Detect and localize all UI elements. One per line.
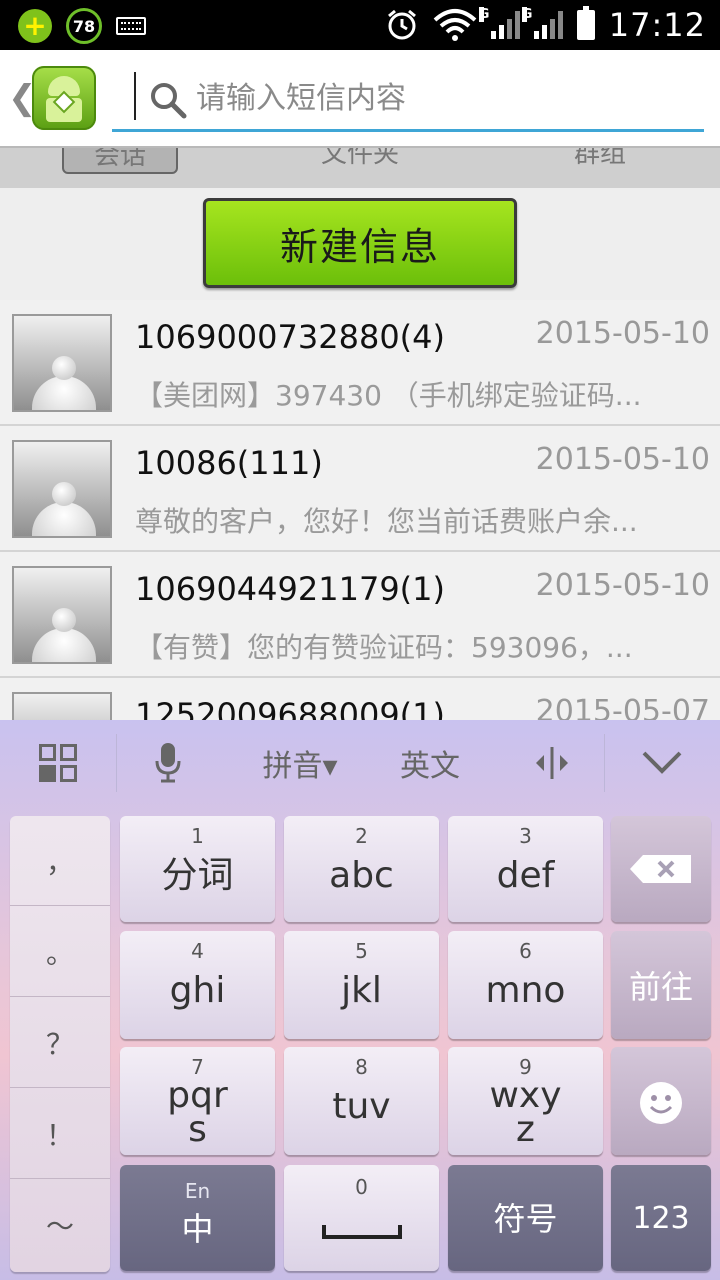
- battery-badge: 78: [66, 8, 102, 44]
- app-logo-icon[interactable]: [32, 66, 96, 130]
- conversation-row[interactable]: 10086(111) 2015-05-10 尊敬的客户，您好！您当前话费账户余.…: [0, 426, 720, 552]
- punct-key[interactable]: ！: [10, 1089, 110, 1179]
- conversation-row[interactable]: 1069000732880(4) 2015-05-10 【美团网】397430 …: [0, 300, 720, 426]
- cursor-move-icon: [536, 747, 568, 779]
- alarm-icon: [387, 9, 416, 40]
- punctuation-column: ， 。 ？ ！ ～: [10, 816, 110, 1272]
- emoji-button[interactable]: [611, 1047, 711, 1155]
- smiley-icon: [640, 1082, 682, 1124]
- tab-groups[interactable]: 群组: [540, 148, 660, 174]
- backspace-icon: [630, 855, 691, 883]
- message-preview: 尊敬的客户，您好！您当前话费账户余...: [135, 505, 638, 538]
- punct-key[interactable]: ，: [10, 816, 110, 906]
- goto-button[interactable]: 前往: [611, 931, 711, 1039]
- sender-number: 1252009688009(1): [135, 696, 445, 720]
- conversation-list: 1069000732880(4) 2015-05-10 【美团网】397430 …: [0, 300, 720, 720]
- punct-key[interactable]: ～: [10, 1180, 110, 1270]
- search-header: ❮: [0, 50, 720, 146]
- message-date: 2015-05-10: [535, 316, 710, 351]
- symbol-button[interactable]: 符号: [448, 1165, 603, 1271]
- hide-keyboard-button[interactable]: [604, 720, 720, 806]
- key-1[interactable]: 1 分词: [120, 816, 275, 922]
- avatar: [12, 566, 112, 664]
- space-icon: [322, 1225, 402, 1239]
- tab-folders[interactable]: 文件夹: [290, 148, 430, 174]
- search-icon: [151, 83, 187, 119]
- new-message-button[interactable]: 新建信息: [203, 198, 517, 288]
- search-input[interactable]: [196, 74, 696, 122]
- language-switch-button[interactable]: En 中: [120, 1165, 275, 1271]
- avatar: [12, 692, 112, 720]
- key-3[interactable]: 3 def: [448, 816, 603, 922]
- sender-number: 10086(111): [135, 444, 323, 482]
- key-4[interactable]: 4 ghi: [120, 931, 275, 1039]
- microphone-icon: [155, 743, 181, 783]
- message-date: 2015-05-10: [535, 442, 710, 477]
- punct-key[interactable]: ？: [10, 998, 110, 1088]
- key-2[interactable]: 2 abc: [284, 816, 439, 922]
- sender-number: 1069000732880(4): [135, 318, 445, 356]
- chevron-down-icon: [642, 751, 682, 774]
- grid-icon: [39, 744, 77, 782]
- message-date: 2015-05-10: [535, 568, 710, 603]
- keyboard-toolbar: 拼音▾ 英文: [0, 720, 720, 806]
- voice-input-button[interactable]: [116, 720, 220, 806]
- key-8[interactable]: 8 tuv: [284, 1047, 439, 1155]
- numbers-button[interactable]: 123: [611, 1165, 711, 1271]
- signal-icon-1: G: [478, 7, 520, 39]
- avatar: [12, 440, 112, 538]
- soft-keyboard: 拼音▾ 英文 ， 。 ？ ！ ～ 1 分词 2 abc 3 def 4 ghi …: [0, 720, 720, 1280]
- keyboard-icon: [116, 17, 146, 35]
- english-mode-button[interactable]: 英文: [370, 720, 490, 806]
- battery-icon: [576, 6, 595, 40]
- message-date: 2015-05-07: [535, 694, 710, 720]
- pinyin-mode-button[interactable]: 拼音▾: [240, 720, 360, 806]
- space-key[interactable]: 0: [284, 1165, 439, 1271]
- punct-key[interactable]: 。: [10, 907, 110, 997]
- message-preview: 【美团网】397430 （手机绑定验证码...: [135, 379, 642, 412]
- backspace-button[interactable]: [611, 816, 711, 922]
- conversation-row[interactable]: 1069044921179(1) 2015-05-10 【有赞】您的有赞验证码：…: [0, 552, 720, 678]
- keyboard-menu-button[interactable]: [0, 720, 116, 806]
- conversation-row[interactable]: 1252009688009(1) 2015-05-07: [0, 678, 720, 720]
- status-bar: + 78 G G 17:12: [0, 0, 720, 50]
- cursor-move-button[interactable]: [500, 720, 604, 806]
- clock: 17:12: [608, 6, 706, 44]
- wifi-icon: [433, 9, 477, 41]
- key-6[interactable]: 6 mno: [448, 931, 603, 1039]
- sender-number: 1069044921179(1): [135, 570, 445, 608]
- key-9[interactable]: 9 wxy z: [448, 1047, 603, 1155]
- text-cursor: [134, 72, 136, 120]
- tab-bar: 会话 文件夹 群组: [0, 146, 720, 188]
- message-preview: 【有赞】您的有赞验证码：593096，...: [135, 631, 633, 664]
- search-box[interactable]: [112, 70, 704, 132]
- key-5[interactable]: 5 jkl: [284, 931, 439, 1039]
- plus-app-icon: +: [18, 9, 52, 43]
- signal-icon-2: G: [521, 7, 563, 39]
- key-7[interactable]: 7 pqr s: [120, 1047, 275, 1155]
- tab-conversations[interactable]: 会话: [62, 148, 178, 174]
- avatar: [12, 314, 112, 412]
